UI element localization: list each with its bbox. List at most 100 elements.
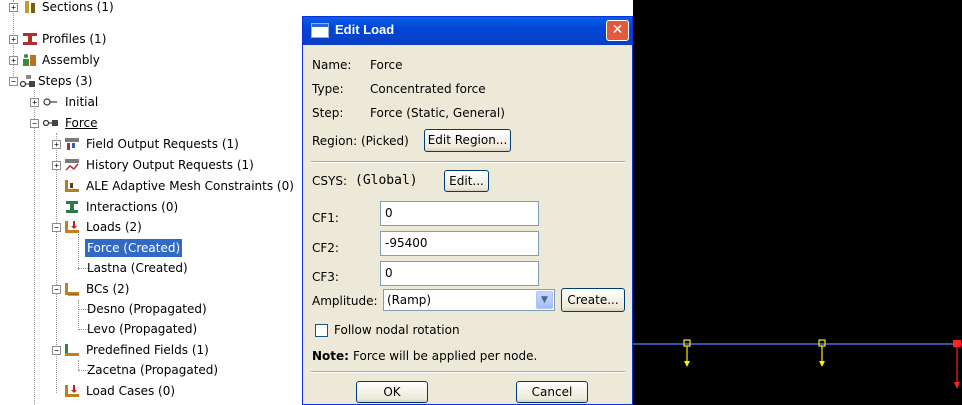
tree-item-label: Zacetna (Propagated) [87,363,219,377]
load-case-icon [65,385,79,397]
name-value: Force [370,58,403,72]
collapse-icon[interactable]: − [52,285,61,294]
note-label: Note: [312,349,349,363]
cf3-label: CF3: [312,270,339,284]
tree-item-force-step[interactable]: − Force [0,114,300,132]
expand-icon[interactable]: + [30,98,39,107]
tree-item-label: Lastna (Created) [87,261,188,275]
follow-nodal-rotation-checkbox[interactable] [315,324,328,337]
predefined-field-icon [65,344,79,356]
tree-item-profiles[interactable]: + Profiles (1) [0,30,300,48]
ale-mesh-icon [65,180,79,192]
tree-item-field-output[interactable]: + Field Output Requests (1) [0,135,300,153]
follow-nodal-rotation-label: Follow nodal rotation [334,323,460,337]
separator [311,371,625,373]
tree-item-label: Predefined Fields (1) [86,343,209,357]
tree-item-load-cases[interactable]: Load Cases (0) [0,382,300,400]
tree-item-sections[interactable]: + Sections (1) [0,0,300,16]
close-button[interactable]: ✕ [606,20,629,41]
window-icon [311,23,329,38]
tree-item-label: Initial [65,95,99,109]
cf1-input[interactable]: 0 [380,201,539,226]
tree-item-label: Levo (Propagated) [87,322,198,336]
step-icon [43,119,58,127]
tree-item-interactions[interactable]: Interactions (0) [0,198,300,216]
csys-label: CSYS: [312,174,347,188]
tree-item-label: Assembly [42,53,100,67]
tree-item-label: Sections (1) [42,0,114,14]
expand-icon[interactable]: + [52,161,61,170]
cf1-label: CF1: [312,211,339,225]
dialog-title: Edit Load [335,22,395,37]
field-output-icon [65,138,79,150]
tree-item-history-output[interactable]: + History Output Requests (1) [0,156,300,174]
collapse-icon[interactable]: − [52,223,61,232]
csys-edit-button[interactable]: Edit... [444,170,489,192]
collapse-icon[interactable]: − [52,346,61,355]
expand-icon[interactable]: + [9,35,18,44]
step-label: Step: [312,106,344,120]
collapse-icon[interactable]: − [30,119,39,128]
name-label: Name: [312,58,352,72]
steps-icon [20,75,35,88]
create-amplitude-button[interactable]: Create... [561,288,625,312]
expand-icon[interactable]: + [52,140,61,149]
type-value: Concentrated force [370,82,486,96]
viewport-canvas[interactable] [633,0,962,405]
tree-item-label: Force (Created) [85,239,183,257]
cf3-input[interactable]: 0 [380,261,539,286]
tree-item-label: Interactions (0) [86,200,179,214]
tree-item-label: Steps (3) [38,74,93,88]
profile-icon [23,33,37,45]
region-label: Region: [312,134,358,148]
tree-item-label: Loads (2) [86,220,142,234]
load-icon [65,221,79,233]
tree-item-assembly[interactable]: + Assembly [0,51,300,69]
model-tree[interactable]: + Sections (1) + Profiles (1) + Assembly… [0,0,302,405]
tree-item-levo-bc[interactable]: Levo (Propagated) [0,320,300,338]
tree-item-label: Desno (Propagated) [87,302,207,316]
tree-item-ale-constraints[interactable]: ALE Adaptive Mesh Constraints (0) [0,177,300,195]
tree-item-predefined-fields[interactable]: − Predefined Fields (1) [0,341,300,359]
amplitude-select[interactable]: (Ramp) ▼ [383,289,555,311]
separator [311,161,625,163]
cf2-label: CF2: [312,241,339,255]
bc-icon [65,283,79,296]
history-output-icon [65,159,79,171]
amplitude-label: Amplitude: [312,294,378,308]
tree-item-label: Field Output Requests (1) [86,137,239,151]
tree-item-desno-bc[interactable]: Desno (Propagated) [0,300,300,318]
tree-item-initial[interactable]: + Initial [0,93,300,111]
tree-item-label: Load Cases (0) [86,384,176,398]
collapse-icon[interactable]: − [9,77,18,86]
ok-button[interactable]: OK [356,381,428,403]
step-value: Force (Static, General) [370,106,505,120]
cf2-input[interactable]: -95400 [380,231,539,256]
edit-region-button[interactable]: Edit Region... [424,129,511,152]
type-label: Type: [312,82,344,96]
assembly-icon [23,54,36,66]
region-value: (Picked) [361,134,409,148]
tree-item-force-load[interactable]: Force (Created) [0,239,300,257]
section-icon [25,1,35,13]
tree-item-zacetna-field[interactable]: Zacetna (Propagated) [0,361,300,379]
initial-step-icon [43,98,57,106]
tree-item-label: BCs (2) [86,282,130,296]
tree-item-label: History Output Requests (1) [86,158,254,172]
expand-icon[interactable]: + [9,3,18,12]
expand-icon[interactable]: + [9,56,18,65]
cancel-button[interactable]: Cancel [516,381,588,403]
tree-item-label: ALE Adaptive Mesh Constraints (0) [86,179,294,193]
chevron-down-icon[interactable]: ▼ [536,291,553,309]
tree-item-bcs[interactable]: − BCs (2) [0,280,300,298]
tree-item-label: Profiles (1) [42,32,107,46]
csys-value: (Global) [355,173,418,188]
edit-load-dialog[interactable]: Edit Load ✕ Name: Force Type: Concentrat… [302,16,633,405]
load-arrow-highlighted [953,340,961,389]
tree-item-steps[interactable]: − Steps (3) [0,72,300,90]
dialog-titlebar[interactable]: Edit Load ✕ [303,17,632,45]
tree-item-lastna-load[interactable]: Lastna (Created) [0,259,300,277]
note-text: Force will be applied per node. [353,349,538,363]
tree-item-loads[interactable]: − Loads (2) [0,218,300,236]
model-viewport[interactable] [633,0,962,405]
